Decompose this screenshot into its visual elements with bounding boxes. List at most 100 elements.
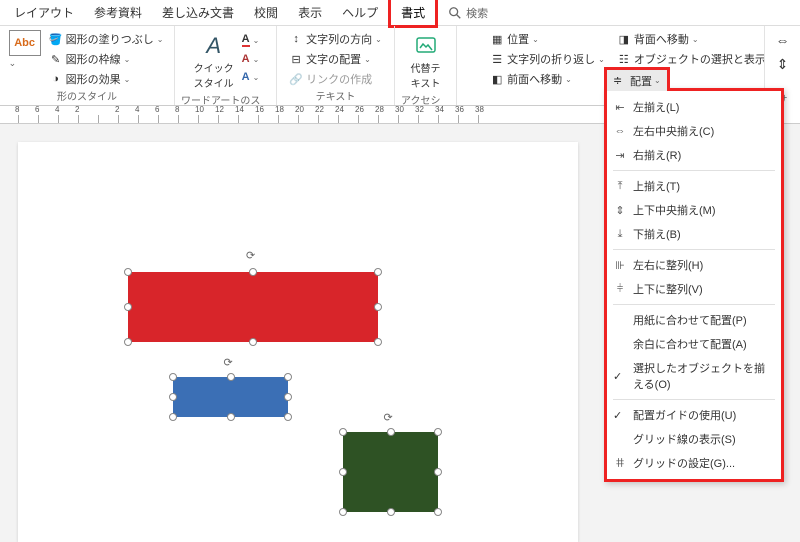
menu-align-right[interactable]: ⇥右揃え(R) [607, 143, 781, 167]
text-fill-button[interactable]: A⌄ [240, 32, 262, 48]
grid-icon: 𐄹 [613, 456, 627, 470]
position-button[interactable]: ▦位置⌄ [488, 30, 607, 48]
resize-handle[interactable] [249, 268, 257, 276]
resize-handle[interactable] [124, 268, 132, 276]
shape-effects-button[interactable]: ◑図形の効果⌄ [47, 70, 166, 88]
resize-handle[interactable] [284, 373, 292, 381]
align-bottom-icon: ⤓ [613, 227, 627, 241]
resize-handle[interactable] [284, 413, 292, 421]
alt-text-icon [412, 32, 440, 60]
distribute-v-icon: ⫩ [613, 282, 627, 296]
tab-view[interactable]: 表示 [288, 0, 332, 25]
tab-references[interactable]: 参考資料 [84, 0, 152, 25]
group-label: テキスト [316, 88, 356, 103]
resize-handle[interactable] [339, 508, 347, 516]
resize-handle[interactable] [374, 268, 382, 276]
tab-help[interactable]: ヘルプ [332, 0, 388, 25]
width-icon[interactable]: ⇔ [776, 32, 790, 48]
rotation-handle[interactable]: ⟳ [224, 356, 238, 370]
resize-handle[interactable] [434, 508, 442, 516]
menu-align-top[interactable]: ⤒上揃え(T) [607, 174, 781, 198]
text-align-button[interactable]: ⊟文字の配置⌄ [287, 50, 373, 68]
text-align-icon: ⊟ [289, 52, 303, 66]
shape-outline-button[interactable]: ✎図形の枠線⌄ [47, 50, 166, 68]
bring-forward-icon: ◧ [490, 72, 504, 86]
menu-align-center-h[interactable]: ⇔左右中央揃え(C) [607, 119, 781, 143]
group-accessibility: 代替テ キスト アクセシビリティ [395, 26, 457, 105]
search-icon [448, 6, 462, 20]
menu-align-selected[interactable]: ✓選択したオブジェクトを揃える(O) [607, 356, 781, 396]
paint-bucket-icon: 🪣 [49, 32, 63, 46]
resize-handle[interactable] [387, 428, 395, 436]
distribute-h-icon: ⊪ [613, 258, 627, 272]
tab-layout[interactable]: レイアウト [4, 0, 84, 25]
resize-handle[interactable] [339, 428, 347, 436]
rotation-handle[interactable]: ⟳ [246, 249, 260, 263]
menu-use-guides[interactable]: ✓配置ガイドの使用(U) [607, 403, 781, 427]
menu-align-bottom[interactable]: ⤓下揃え(B) [607, 222, 781, 246]
resize-handle[interactable] [124, 303, 132, 311]
menu-grid-settings[interactable]: 𐄹グリッドの設定(G)... [607, 451, 781, 475]
rotation-handle[interactable]: ⟳ [384, 411, 398, 425]
resize-handle[interactable] [434, 468, 442, 476]
tab-format[interactable]: 書式 [388, 0, 438, 28]
menu-show-gridlines[interactable]: グリッド線の表示(S) [607, 427, 781, 451]
align-middle-v-icon: ⇕ [613, 203, 627, 217]
bring-forward-button[interactable]: ◧前面へ移動⌄ [488, 70, 607, 88]
send-backward-icon: ◨ [617, 32, 631, 46]
resize-handle[interactable] [169, 393, 177, 401]
resize-handle[interactable] [249, 338, 257, 346]
create-link-button[interactable]: 🔗リンクの作成 [287, 70, 374, 88]
position-icon: ▦ [490, 32, 504, 46]
resize-handle[interactable] [124, 338, 132, 346]
search-box[interactable]: 検索 [448, 5, 488, 21]
text-direction-button[interactable]: ↕文字列の方向⌄ [287, 30, 384, 48]
resize-handle[interactable] [339, 468, 347, 476]
menu-distribute-v[interactable]: ⫩上下に整列(V) [607, 277, 781, 301]
quick-styles-button[interactable]: A クイック スタイル [190, 30, 238, 92]
wrap-text-button[interactable]: ☰文字列の折り返し⌄ [488, 50, 607, 68]
alt-text-button[interactable]: 代替テ キスト [407, 30, 445, 92]
resize-handle[interactable] [434, 428, 442, 436]
menu-align-to-page[interactable]: 用紙に合わせて配置(P) [607, 308, 781, 332]
menu-distribute-h[interactable]: ⊪左右に整列(H) [607, 253, 781, 277]
align-left-icon: ⇤ [613, 100, 627, 114]
resize-handle[interactable] [227, 413, 235, 421]
resize-handle[interactable] [374, 338, 382, 346]
align-icon: ≑ [613, 74, 627, 88]
group-shape-styles: Abc ⌄ 🪣図形の塗りつぶし⌄ ✎図形の枠線⌄ ◑図形の効果⌄ 形のスタイル [0, 26, 175, 105]
link-icon: 🔗 [289, 72, 303, 86]
resize-handle[interactable] [227, 373, 235, 381]
wrap-icon: ☰ [490, 52, 504, 66]
style-gallery-more[interactable]: ⌄ [9, 58, 45, 69]
resize-handle[interactable] [169, 373, 177, 381]
text-effects-button[interactable]: A⌄ [240, 70, 262, 84]
menu-align-middle-v[interactable]: ⇕上下中央揃え(M) [607, 198, 781, 222]
shape-green-rect[interactable]: ⟳ [343, 432, 438, 512]
group-wordart: A クイック スタイル A⌄ A⌄ A⌄ ワードアートのスタイル [175, 26, 277, 105]
group-label: 形のスタイル [57, 88, 117, 103]
pencil-icon: ✎ [49, 52, 63, 66]
shape-style-thumb[interactable]: Abc [9, 30, 41, 56]
send-backward-button[interactable]: ◨背面へ移動⌄ [615, 30, 768, 48]
ribbon-tabs: レイアウト 参考資料 差し込み文書 校閲 表示 ヘルプ 書式 検索 [0, 0, 800, 26]
selection-pane-button[interactable]: ☷オブジェクトの選択と表示 [615, 50, 768, 68]
resize-handle[interactable] [284, 393, 292, 401]
menu-align-to-margin[interactable]: 余白に合わせて配置(A) [607, 332, 781, 356]
shape-blue-rect[interactable]: ⟳ [173, 377, 288, 417]
tab-mailings[interactable]: 差し込み文書 [152, 0, 244, 25]
resize-handle[interactable] [169, 413, 177, 421]
resize-handle[interactable] [387, 508, 395, 516]
resize-handle[interactable] [374, 303, 382, 311]
text-direction-icon: ↕ [289, 32, 303, 46]
shape-fill-button[interactable]: 🪣図形の塗りつぶし⌄ [47, 30, 166, 48]
tab-review[interactable]: 校閲 [244, 0, 288, 25]
page: ⟳ ⟳ ⟳ [18, 142, 578, 542]
menu-separator [613, 170, 775, 171]
menu-align-left[interactable]: ⇤左揃え(L) [607, 95, 781, 119]
check-icon: ✓ [613, 409, 622, 422]
height-icon[interactable]: ⇕ [777, 56, 789, 73]
text-outline-button[interactable]: A⌄ [240, 52, 262, 66]
align-menu-header[interactable]: ≑ 配置⌄ [604, 67, 670, 91]
shape-red-rect[interactable]: ⟳ [128, 272, 378, 342]
